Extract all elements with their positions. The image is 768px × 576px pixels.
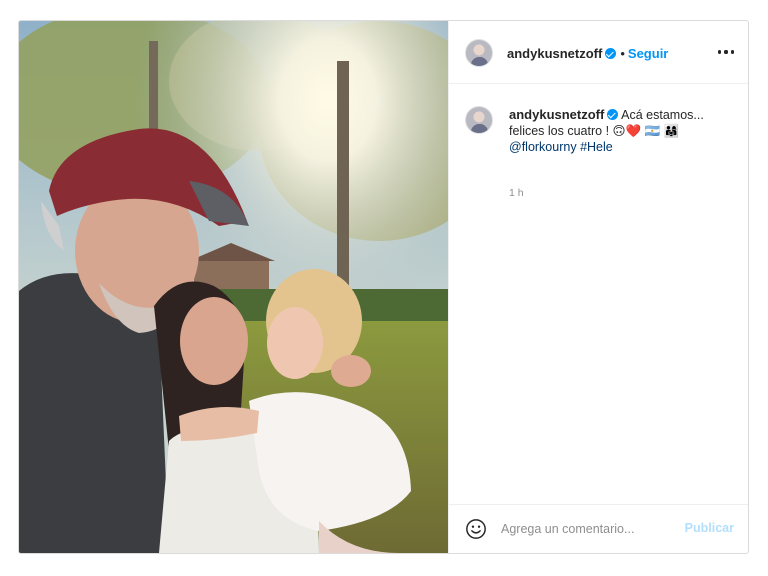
post-photo[interactable] — [19, 21, 448, 553]
caption-text-block: andykusnetzoff Acá estamos... felices lo… — [509, 107, 729, 155]
post-timestamp[interactable]: 1 h — [509, 187, 524, 199]
follow-button[interactable]: Seguir — [628, 46, 668, 61]
caption-avatar[interactable] — [465, 106, 493, 134]
caption-line1: Acá estamos... — [621, 108, 704, 122]
more-options-icon[interactable] — [718, 44, 734, 60]
header-user-line: andykusnetzoff • Seguir — [507, 45, 668, 63]
verified-badge-icon — [605, 48, 617, 59]
emoji-family-icon: 👨‍👩‍👧 — [663, 124, 680, 138]
instagram-post-card: andykusnetzoff • Seguir andykusnetzoff Acá… — [18, 20, 749, 554]
caption-verified-badge-icon — [607, 109, 619, 120]
author-avatar[interactable] — [465, 39, 493, 67]
caption-line2: felices los cuatro ! — [509, 124, 613, 138]
post-header: andykusnetzoff • Seguir — [449, 21, 748, 84]
photo-illustration — [19, 21, 448, 553]
hashtag-link[interactable]: #Hele — [580, 140, 613, 154]
add-comment-bar: Publicar — [449, 504, 748, 553]
emoji-red-heart-icon: ❤️ — [625, 124, 642, 138]
header-username[interactable]: andykusnetzoff — [507, 46, 602, 61]
caption-username[interactable]: andykusnetzoff — [509, 107, 604, 122]
emoji-smiley-icon[interactable] — [465, 518, 487, 540]
publish-button[interactable]: Publicar — [685, 521, 734, 535]
post-side-panel: andykusnetzoff • Seguir andykusnetzoff Acá… — [448, 21, 748, 553]
comment-input[interactable] — [501, 519, 671, 539]
emoji-upside-down-face-icon: 🙃 — [612, 124, 626, 138]
emoji-argentina-flag-icon: 🇦🇷 — [644, 124, 661, 138]
separator-dot: • — [620, 46, 625, 61]
mention-link[interactable]: @florkourny — [509, 140, 577, 154]
